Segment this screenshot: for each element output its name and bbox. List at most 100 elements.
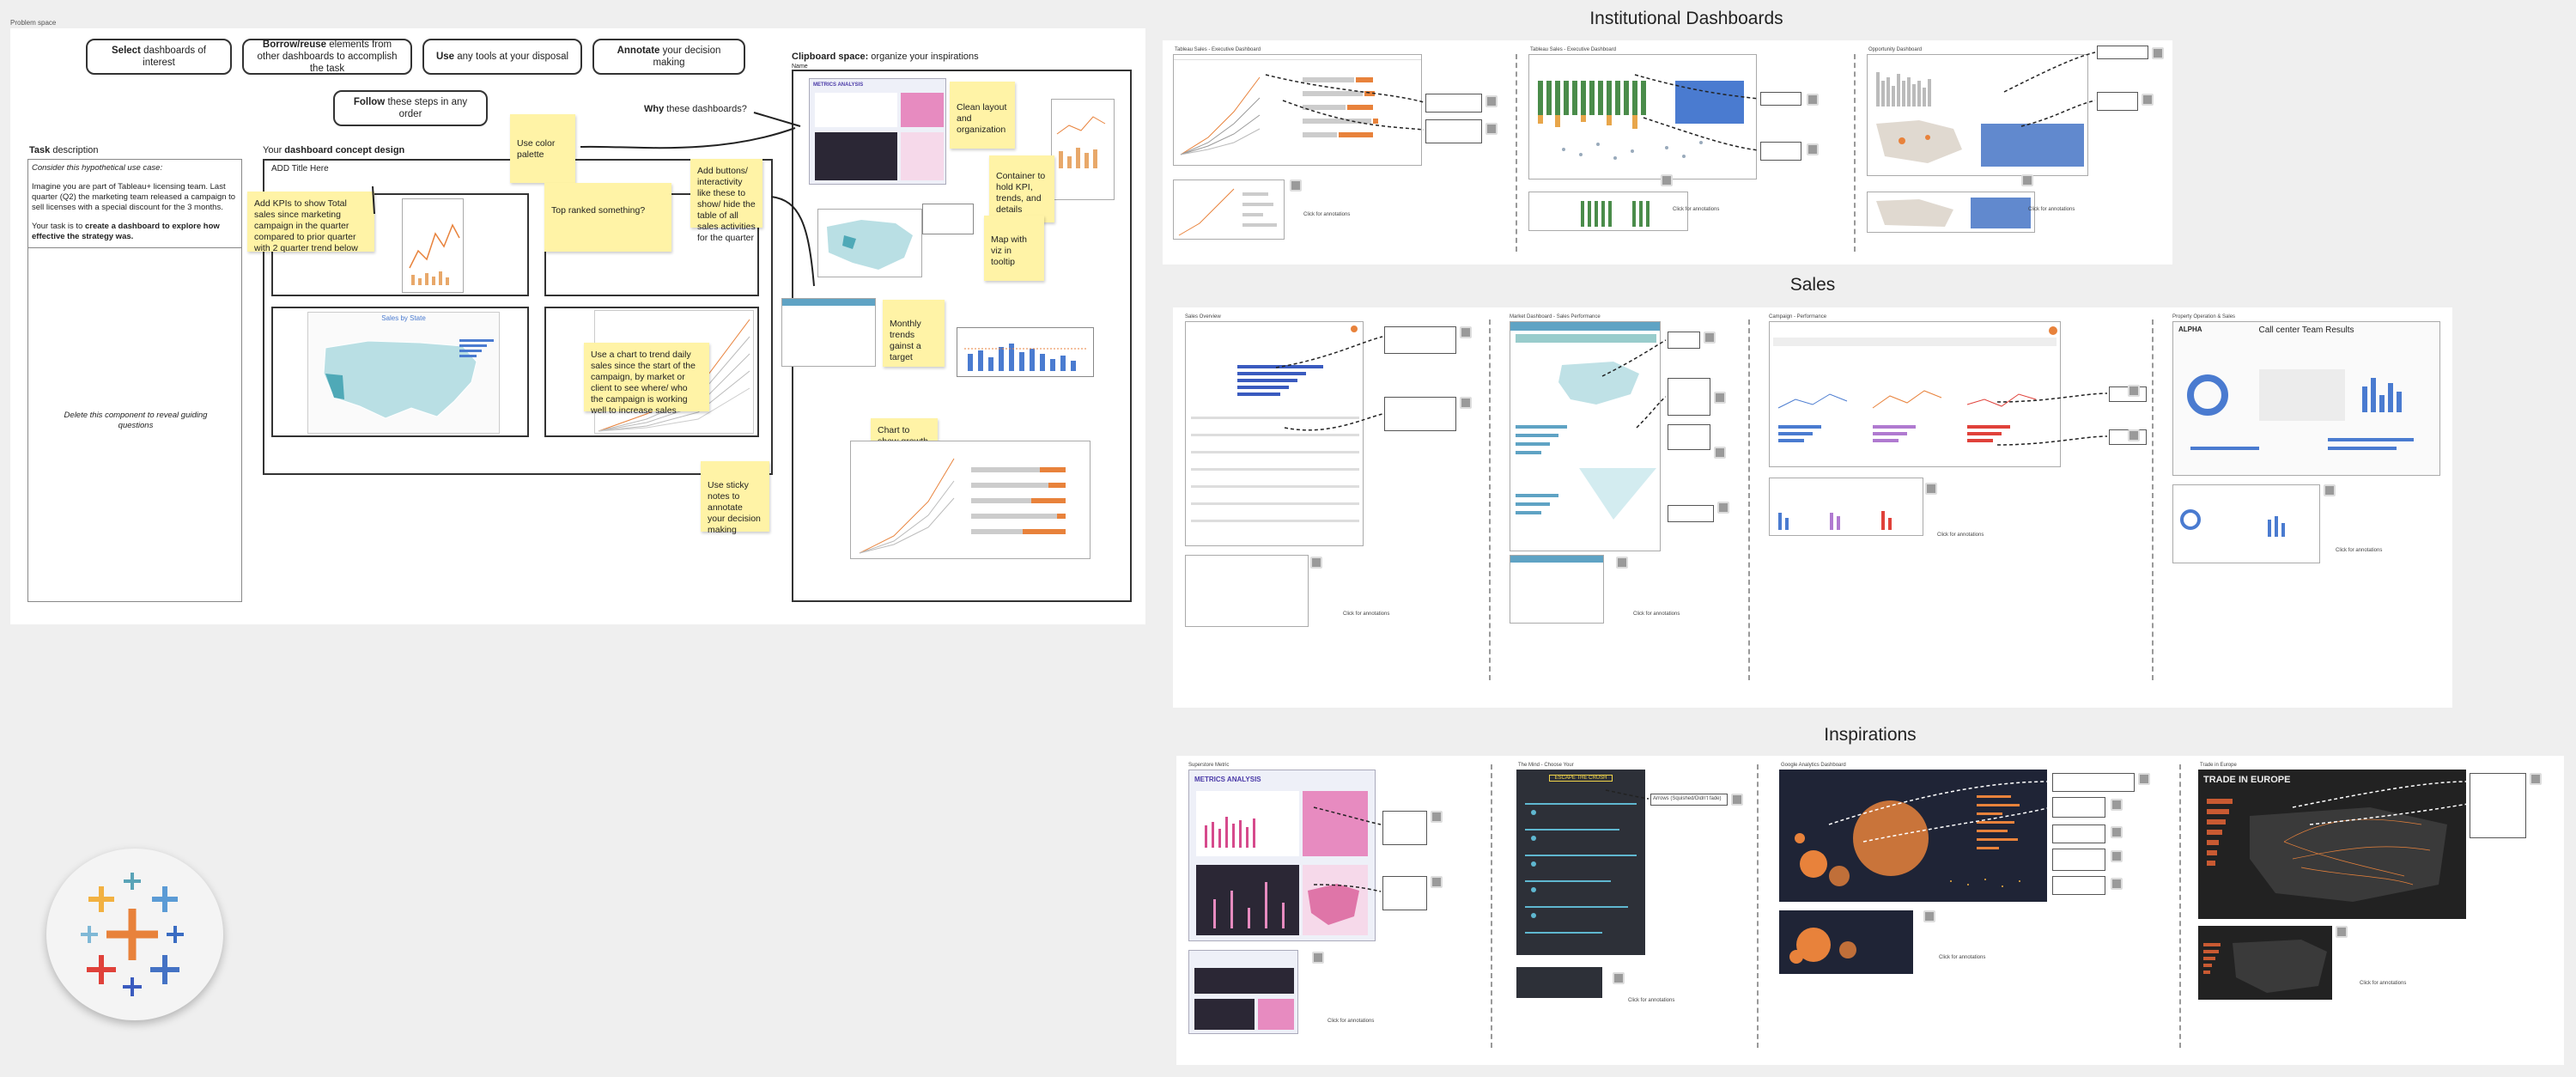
sales2-click-annotations[interactable]: Click for annotations xyxy=(1633,612,1680,617)
insp1-click-annotations[interactable]: Click for annotations xyxy=(1327,1019,1374,1024)
insp4-mini-comment-icon[interactable] xyxy=(2336,926,2348,938)
insp3-comment-icon-3[interactable] xyxy=(2111,826,2123,838)
inst1-comment-icon-2[interactable] xyxy=(1485,123,1498,135)
insp4-mini-thumbnail[interactable] xyxy=(2198,926,2332,1000)
sales1-comment-icon[interactable] xyxy=(1460,326,1472,338)
section-title-institutional: Institutional Dashboards xyxy=(1589,9,1783,28)
sales2-comment-icon-4[interactable] xyxy=(1717,502,1729,514)
inst3-click-annotations[interactable]: Click for annotations xyxy=(2028,207,2075,212)
clipboard-space[interactable]: METRICS ANALYSIS Clean layout and organi… xyxy=(781,70,1132,602)
insp3-callout-e xyxy=(2052,876,2105,895)
insp2-escape-title: ESCAPE THE CRUSH xyxy=(1549,775,1613,782)
insp4-comment-icon[interactable] xyxy=(2530,773,2542,785)
inst3-thumbnail[interactable] xyxy=(1867,54,2088,176)
inst2-mini-comment-icon[interactable] xyxy=(1661,174,1673,186)
sticky-trend-chart[interactable]: Use a chart to trend daily sales since t… xyxy=(584,343,709,416)
insp3-thumbnail[interactable] xyxy=(1779,770,2047,902)
insp3-callout-a xyxy=(2052,773,2135,792)
inst3-comment-icon-2[interactable] xyxy=(2142,94,2154,106)
step-select[interactable]: Select dashboards of interest xyxy=(86,39,232,75)
insp2-click-annotations[interactable]: Click for annotations xyxy=(1628,998,1674,1003)
insp3-mini-comment-icon[interactable] xyxy=(1923,910,1935,922)
sales2-comment-icon-3[interactable] xyxy=(1714,447,1726,459)
sales1-thumbnail[interactable] xyxy=(1185,321,1364,546)
sales-divider-2 xyxy=(1748,319,1750,680)
step-annotate[interactable]: Annotate your decision making xyxy=(592,39,745,75)
clip-sticky-clean-layout[interactable]: Clean layout and organization xyxy=(950,82,1015,149)
inst2-mini-thumbnail[interactable] xyxy=(1528,192,1688,231)
inst1-mini-thumbnail[interactable] xyxy=(1173,180,1285,240)
sales1-mini-comment-icon[interactable] xyxy=(1310,557,1322,569)
sales1-mini-thumbnail[interactable] xyxy=(1185,555,1309,627)
sales3-comment-icon-2[interactable] xyxy=(2128,429,2140,441)
inst2-thumbnail[interactable] xyxy=(1528,54,1757,180)
sales1-click-annotations[interactable]: Click for annotations xyxy=(1343,612,1389,617)
insp-divider-1 xyxy=(1491,764,1492,1048)
inst1-thumbnail[interactable] xyxy=(1173,54,1422,166)
sales2-comment-icon-2[interactable] xyxy=(1714,392,1726,404)
insp4-click-annotations[interactable]: Click for annotations xyxy=(2360,981,2406,986)
inst3-mini-thumbnail[interactable] xyxy=(1867,192,2035,233)
sticky-annotate[interactable]: Use sticky notes to annotate your decisi… xyxy=(701,461,769,535)
insp1-callout-a xyxy=(1382,811,1427,845)
insp1-mini-thumbnail[interactable] xyxy=(1188,950,1298,1034)
inst3-title: Opportunity Dashboard xyxy=(1868,47,1923,52)
insp2-comment-icon[interactable] xyxy=(1731,794,1743,806)
sales2-mini-comment-icon[interactable] xyxy=(1616,557,1628,569)
sales3-thumbnail[interactable] xyxy=(1769,321,2061,467)
insp3-comment-icon[interactable] xyxy=(2138,773,2150,785)
clip-sticky-container[interactable]: Container to hold KPI, trends, and detai… xyxy=(989,155,1054,222)
sticky-top-ranked[interactable]: Top ranked something? xyxy=(544,183,671,252)
sales4-mini-thumbnail[interactable] xyxy=(2172,484,2320,563)
concept-add-title[interactable]: ADD Title Here xyxy=(271,164,329,173)
insp1-thumbnail[interactable]: METRICS ANALYSIS xyxy=(1188,770,1376,941)
insp3-click-annotations[interactable]: Click for annotations xyxy=(1939,955,1985,960)
clip-map-thumbnail xyxy=(817,209,922,277)
inst2-comment-icon-2[interactable] xyxy=(1807,143,1819,155)
inst1-mini-comment-icon[interactable] xyxy=(1290,180,1302,192)
step-borrow[interactable]: Borrow/reuse elements from other dashboa… xyxy=(242,39,412,75)
sticky-kpis[interactable]: Add KPIs to show Total sales since marke… xyxy=(247,192,374,253)
sticky-buttons[interactable]: Add buttons/ interactivity like these to… xyxy=(690,159,762,243)
inst2-comment-icon[interactable] xyxy=(1807,94,1819,106)
institutional-panel: Tableau Sales - Executive Dashboard Clic… xyxy=(1163,40,2172,265)
insp3-mini-thumbnail[interactable] xyxy=(1779,910,1913,974)
inst3-comment-icon[interactable] xyxy=(2152,47,2164,59)
inst1-comment-icon[interactable] xyxy=(1485,95,1498,107)
inst3-mini-comment-icon[interactable] xyxy=(2021,174,2033,186)
sales4-click-annotations[interactable]: Click for annotations xyxy=(2336,548,2382,553)
insp1-mini-comment-icon[interactable] xyxy=(1312,952,1324,964)
clip-sticky-map-viz[interactable]: Map with viz in tooltip xyxy=(984,216,1044,281)
sales2-mini-thumbnail[interactable] xyxy=(1510,555,1604,624)
insp2-mini-comment-icon[interactable] xyxy=(1613,972,1625,984)
sales3-mini-comment-icon[interactable] xyxy=(1925,483,1937,495)
clip-sticky-monthly[interactable]: Monthly trends gainst a target xyxy=(883,300,945,367)
sales3-comment-icon[interactable] xyxy=(2128,385,2140,397)
sales3-click-annotations[interactable]: Click for annotations xyxy=(1937,532,1984,538)
insp3-comment-icon-4[interactable] xyxy=(2111,850,2123,862)
step-use-tools[interactable]: Use any tools at your disposal xyxy=(422,39,582,75)
task-goal: Your task is to create a dashboard to ex… xyxy=(32,222,220,241)
task-context: Imagine you are part of Tableau+ licensi… xyxy=(32,182,236,212)
inst2-click-annotations[interactable]: Click for annotations xyxy=(1673,207,1719,212)
insp4-title: Trade in Europe xyxy=(2200,763,2237,768)
insp3-comment-icon-5[interactable] xyxy=(2111,878,2123,890)
inst1-click-annotations[interactable]: Click for annotations xyxy=(1303,212,1350,217)
sales3-mini-thumbnail[interactable] xyxy=(1769,478,1923,536)
insp1-comment-icon-2[interactable] xyxy=(1431,876,1443,888)
sales2-thumbnail[interactable] xyxy=(1510,321,1661,551)
sales4-thumbnail[interactable]: ALPHA Call center Team Results xyxy=(2172,321,2440,476)
inst2-callout-b xyxy=(1760,142,1801,161)
sales4-mini-comment-icon[interactable] xyxy=(2324,484,2336,496)
insp1-comment-icon[interactable] xyxy=(1431,811,1443,823)
insp3-comment-icon-2[interactable] xyxy=(2111,799,2123,811)
frame-label: Problem space xyxy=(10,19,57,27)
insp2-mini-thumbnail[interactable] xyxy=(1516,967,1602,998)
sticky-color-palette[interactable]: Use color palette xyxy=(510,114,575,183)
insp2-thumbnail[interactable]: ESCAPE THE CRUSH xyxy=(1516,770,1645,955)
clip-metrics-title: METRICS ANALYSIS xyxy=(813,82,864,88)
sales1-comment-icon-2[interactable] xyxy=(1460,397,1472,409)
step-follow-order[interactable]: Follow these steps in any order xyxy=(333,90,488,126)
insp4-thumbnail[interactable]: TRADE IN EUROPE xyxy=(2198,770,2466,919)
sales2-comment-icon[interactable] xyxy=(1704,332,1716,344)
